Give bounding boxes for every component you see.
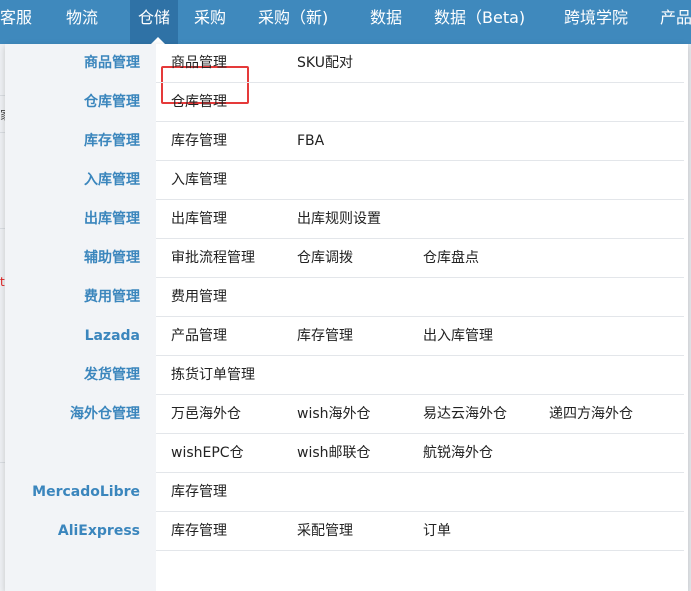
- menu-link[interactable]: 商品管理: [171, 44, 227, 83]
- menu-row: 费用管理 费用管理: [5, 278, 688, 317]
- nav-item-8[interactable]: 产品: [660, 0, 691, 44]
- menu-link[interactable]: 订单: [423, 512, 451, 551]
- menu-row: 库存管理 库存管理 FBA: [5, 122, 688, 161]
- menu-link[interactable]: 产品管理: [171, 317, 227, 356]
- menu-link[interactable]: 航锐海外仓: [423, 434, 493, 473]
- menu-link[interactable]: 出入库管理: [423, 317, 493, 356]
- menu-link[interactable]: 仓库调拨: [297, 239, 353, 278]
- nav-item-5[interactable]: 数据: [370, 0, 402, 44]
- menu-link[interactable]: 仓库盘点: [423, 239, 479, 278]
- menu-category[interactable]: AliExpress: [58, 512, 140, 551]
- dropdown-caret: [151, 37, 165, 44]
- menu-row: wishEPC仓 wish邮联仓 航锐海外仓: [5, 434, 688, 473]
- menu-row: AliExpress 库存管理 采配管理 订单: [5, 512, 688, 551]
- menu-row: 仓库管理 仓库管理: [5, 83, 688, 122]
- menu-category[interactable]: 库存管理: [84, 122, 140, 161]
- menu-row: 海外仓管理 万邑海外仓 wish海外仓 易达云海外仓 递四方海外仓: [5, 395, 688, 434]
- row-divider: [156, 550, 684, 551]
- menu-category[interactable]: 费用管理: [84, 278, 140, 317]
- nav-item-1[interactable]: 物流: [66, 0, 98, 44]
- menu-link[interactable]: 递四方海外仓: [549, 395, 633, 434]
- nav-item-4[interactable]: 采购（新): [258, 0, 328, 44]
- menu-link[interactable]: wish海外仓: [297, 395, 371, 434]
- menu-category[interactable]: 商品管理: [84, 44, 140, 83]
- menu-row: 商品管理 商品管理 SKU配对: [5, 44, 688, 83]
- menu-category[interactable]: 仓库管理: [84, 83, 140, 122]
- menu-row: 入库管理 入库管理: [5, 161, 688, 200]
- menu-link[interactable]: 出库规则设置: [297, 200, 381, 239]
- menu-category[interactable]: 发货管理: [84, 356, 140, 395]
- nav-item-3[interactable]: 采购: [194, 0, 226, 44]
- menu-link[interactable]: FBA: [297, 122, 324, 161]
- menu-link[interactable]: 易达云海外仓: [423, 395, 507, 434]
- menu-link[interactable]: 库存管理: [297, 317, 353, 356]
- menu-link[interactable]: 审批流程管理: [171, 239, 255, 278]
- menu-link[interactable]: wish邮联仓: [297, 434, 371, 473]
- top-nav: 客服 物流 仓储 采购 采购（新) 数据 数据（Beta) 跨境学院 产品: [0, 0, 691, 44]
- menu-category[interactable]: 出库管理: [84, 200, 140, 239]
- menu-link[interactable]: 万邑海外仓: [171, 395, 241, 434]
- menu-link[interactable]: 库存管理: [171, 473, 227, 512]
- menu-category[interactable]: MercadoLibre: [32, 473, 140, 512]
- menu-link[interactable]: SKU配对: [297, 44, 353, 83]
- menu-category[interactable]: Lazada: [85, 317, 140, 356]
- menu-link[interactable]: 费用管理: [171, 278, 227, 317]
- menu-row: MercadoLibre 库存管理: [5, 473, 688, 512]
- menu-link[interactable]: 库存管理: [171, 512, 227, 551]
- menu-category[interactable]: 海外仓管理: [70, 395, 140, 434]
- menu-row: 辅助管理 审批流程管理 仓库调拨 仓库盘点: [5, 239, 688, 278]
- menu-link[interactable]: 入库管理: [171, 161, 227, 200]
- menu-row: 出库管理 出库管理 出库规则设置: [5, 200, 688, 239]
- menu-row: Lazada 产品管理 库存管理 出入库管理: [5, 317, 688, 356]
- menu-link[interactable]: 出库管理: [171, 200, 227, 239]
- nav-item-7[interactable]: 跨境学院: [564, 0, 628, 44]
- menu-link[interactable]: 拣货订单管理: [171, 356, 255, 395]
- menu-row: 发货管理 拣货订单管理: [5, 356, 688, 395]
- menu-link[interactable]: 采配管理: [297, 512, 353, 551]
- nav-item-6[interactable]: 数据（Beta): [434, 0, 525, 44]
- menu-category[interactable]: 入库管理: [84, 161, 140, 200]
- menu-category[interactable]: 辅助管理: [84, 239, 140, 278]
- menu-link[interactable]: 仓库管理: [171, 83, 227, 122]
- menu-link[interactable]: wishEPC仓: [171, 434, 244, 473]
- menu-link[interactable]: 库存管理: [171, 122, 227, 161]
- storage-dropdown-menu: 商品管理 商品管理 SKU配对 仓库管理 仓库管理 库存管理 库存管理 FBA 入库管理 入库管理…: [5, 44, 688, 591]
- nav-item-0[interactable]: 客服: [0, 0, 32, 44]
